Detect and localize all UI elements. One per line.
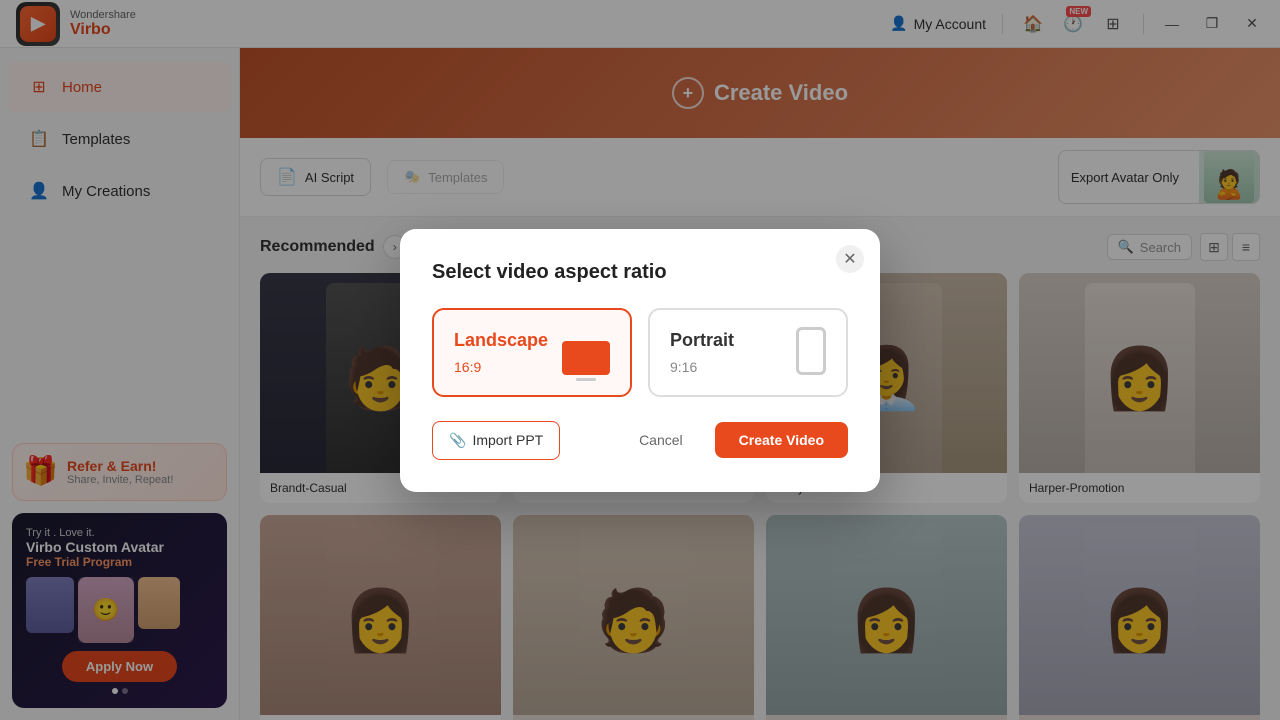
ppt-icon: 📎 [449,432,466,449]
import-ppt-label: Import PPT [472,432,543,448]
landscape-icon [562,341,610,375]
create-video-modal-button[interactable]: Create Video [715,422,848,458]
landscape-label: Landscape [454,330,548,351]
modal-actions: 📎 Import PPT Cancel Create Video [432,421,848,460]
modal-close-button[interactable]: ✕ [836,245,864,273]
modal-title: Select video aspect ratio [432,261,848,284]
modal-overlay: ✕ Select video aspect ratio Landscape 16… [0,0,1280,720]
import-ppt-button[interactable]: 📎 Import PPT [432,421,560,460]
landscape-option[interactable]: Landscape 16:9 [432,308,632,397]
cancel-button[interactable]: Cancel [619,422,703,458]
aspect-ratio-options: Landscape 16:9 Portrait 9:16 [432,308,848,397]
portrait-ratio: 9:16 [670,359,697,375]
portrait-icon [796,327,826,375]
landscape-ratio: 16:9 [454,359,481,375]
portrait-option[interactable]: Portrait 9:16 [648,308,848,397]
portrait-label: Portrait [670,330,734,351]
select-aspect-ratio-modal: ✕ Select video aspect ratio Landscape 16… [400,229,880,492]
